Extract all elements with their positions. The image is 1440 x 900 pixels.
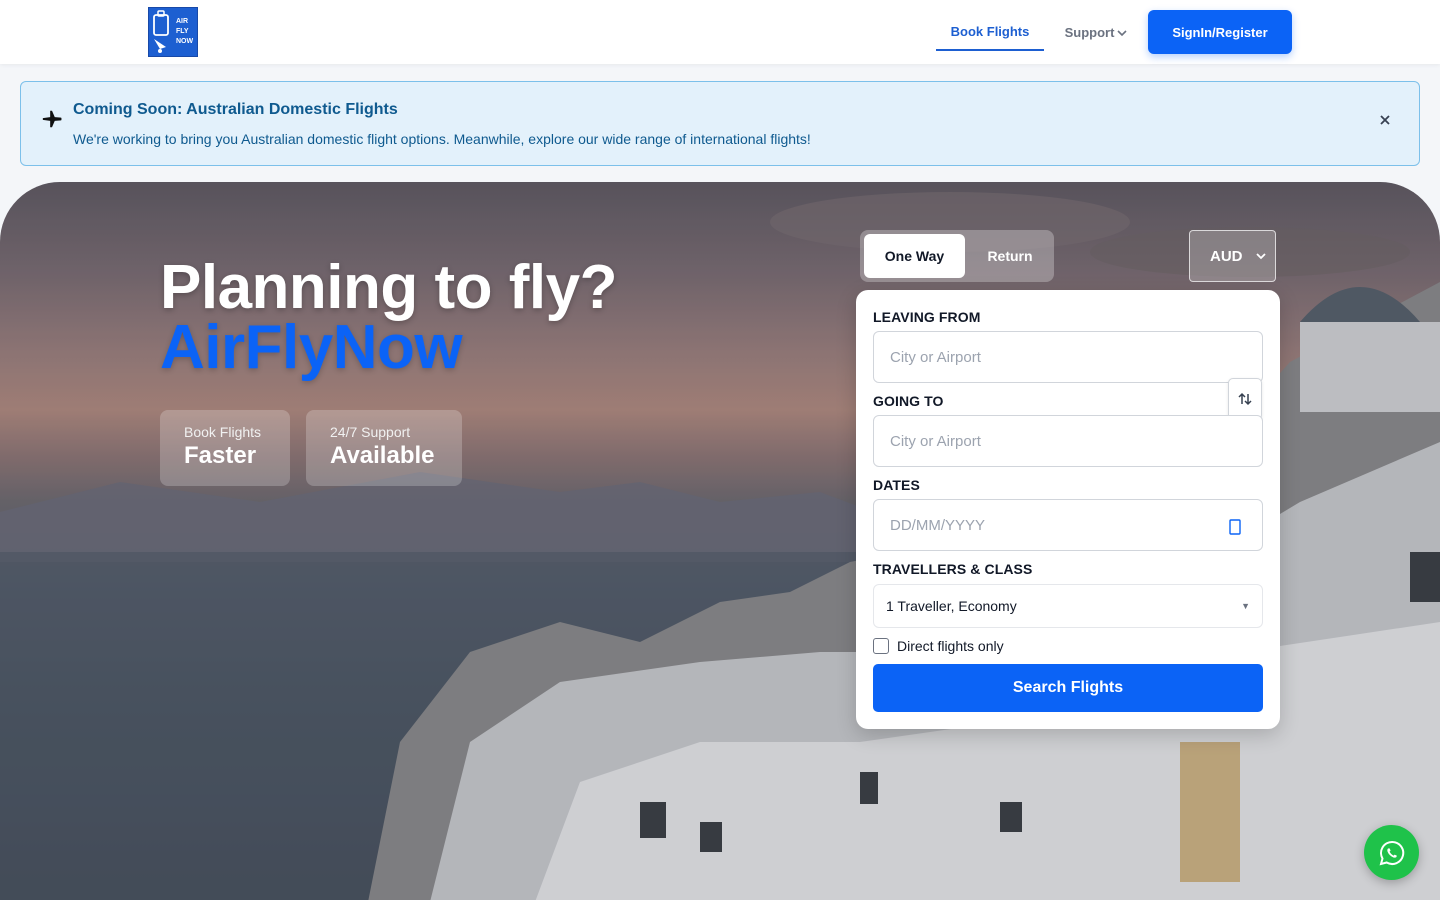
nav-book-flights[interactable]: Book Flights: [936, 14, 1044, 51]
signin-register-button[interactable]: SignIn/Register: [1148, 10, 1292, 54]
banner-message: We're working to bring you Australian do…: [73, 131, 811, 147]
dates-label: Dates: [873, 477, 920, 493]
swap-arrows-icon: [1238, 392, 1252, 406]
direct-flights-checkbox[interactable]: [873, 638, 889, 654]
announcement-banner: Coming Soon: Australian Domestic Flights…: [20, 81, 1420, 166]
svg-text:FLY: FLY: [176, 28, 189, 35]
trip-return-tab[interactable]: Return: [970, 234, 1050, 278]
whatsapp-icon: [1379, 840, 1404, 865]
chevron-down-icon: [1256, 253, 1266, 260]
hero-brand-name: AirFlyNow: [160, 313, 463, 382]
going-to-label: Going To: [873, 393, 944, 409]
stat-card-faster: Book Flights Faster: [160, 410, 290, 486]
trip-type-toggle: One Way Return: [860, 230, 1054, 282]
swap-locations-button[interactable]: [1228, 378, 1262, 420]
logo-suitcase-icon: AIR FLY NOW: [153, 10, 194, 53]
brand-logo[interactable]: AIR FLY NOW: [148, 7, 198, 57]
calendar-icon[interactable]: [1229, 519, 1241, 535]
svg-text:NOW: NOW: [176, 38, 194, 45]
travellers-class-select[interactable]: 1 Traveller, Economy ▼: [873, 584, 1263, 628]
caret-down-icon: ▼: [1241, 601, 1250, 611]
chevron-down-icon: [1117, 29, 1127, 36]
direct-flights-row: Direct flights only: [873, 636, 1004, 656]
svg-text:AIR: AIR: [176, 18, 188, 25]
trip-one-way-tab[interactable]: One Way: [864, 234, 965, 278]
direct-flights-label[interactable]: Direct flights only: [897, 638, 1004, 654]
top-header: AIR FLY NOW Book Flights Support SignIn/…: [0, 0, 1440, 64]
currency-select[interactable]: AUD: [1189, 230, 1276, 282]
stat-caption: Book Flights: [184, 424, 262, 440]
flight-search-card: Leaving From Going To Dates Travellers &…: [856, 290, 1280, 729]
hero-section: Planning to fly? AirFlyNow Book Flights …: [0, 182, 1440, 900]
search-flights-button[interactable]: Search Flights: [873, 664, 1263, 712]
leaving-from-input[interactable]: [873, 331, 1263, 383]
nav-support[interactable]: Support: [1056, 14, 1136, 51]
stat-value: Available: [330, 442, 435, 469]
whatsapp-chat-button[interactable]: [1364, 825, 1419, 880]
nav-support-label: Support: [1064, 25, 1115, 40]
stat-card-support: 24/7 Support Available: [306, 410, 462, 486]
airplane-icon: [42, 110, 62, 128]
dates-input[interactable]: [873, 499, 1263, 551]
hero-title: Planning to fly?: [160, 253, 617, 322]
travellers-class-value: 1 Traveller, Economy: [886, 598, 1017, 614]
banner-title: Coming Soon: Australian Domestic Flights: [73, 101, 398, 118]
going-to-input[interactable]: [873, 415, 1263, 467]
stat-value: Faster: [184, 442, 257, 469]
travellers-class-label: Travellers & Class: [873, 561, 1033, 577]
stat-caption: 24/7 Support: [330, 424, 411, 440]
currency-value: AUD: [1210, 247, 1243, 265]
leaving-from-label: Leaving From: [873, 309, 981, 325]
close-icon[interactable]: [1373, 108, 1397, 132]
